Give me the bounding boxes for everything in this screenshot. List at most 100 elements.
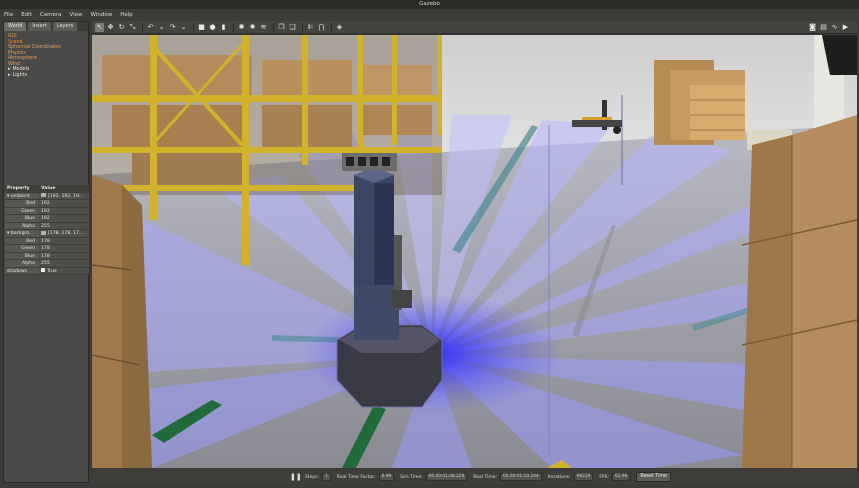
video-record-icon[interactable]: ▶ — [841, 23, 850, 32]
property-row[interactable]: Blue 192 — [5, 215, 89, 223]
directional-light-icon[interactable]: ≋ — [259, 23, 268, 32]
redo-icon[interactable]: ↷ — [168, 23, 177, 32]
scene-render — [92, 35, 857, 468]
color-swatch-icon — [41, 193, 46, 197]
log-icon[interactable]: ▤ — [819, 23, 828, 32]
menu-window[interactable]: Window — [91, 12, 113, 18]
sim-time-label: Sim Time: — [400, 474, 423, 480]
property-key-text: Alpha — [21, 261, 35, 266]
plot-icon[interactable]: ∿ — [830, 23, 839, 32]
property-value[interactable]: 178 — [39, 237, 89, 244]
paste-icon[interactable]: ❏ — [288, 23, 297, 32]
property-key: Alpha — [5, 222, 39, 229]
property-value[interactable]: 192 — [39, 207, 89, 214]
property-row[interactable]: shadows True — [5, 267, 89, 275]
property-row[interactable]: Red 192 — [5, 200, 89, 208]
undo-dropdown-icon[interactable]: ⌄ — [157, 23, 166, 32]
sphere-shape-icon[interactable]: ● — [208, 23, 217, 32]
toolbar-separator — [142, 22, 143, 32]
snap-icon[interactable]: ⋂ — [317, 23, 326, 32]
spot-light-icon[interactable]: ✹ — [248, 23, 257, 32]
property-row[interactable]: ▾ ambient [192, 192, 19... — [5, 192, 89, 200]
property-rows: ▾ ambient [192, 192, 19... Red 192 Green 192 B… — [5, 192, 89, 275]
property-value-text: [192, 192, 19... — [48, 193, 84, 199]
steps-value[interactable]: 1 — [322, 473, 331, 481]
box-shape-icon[interactable]: ■ — [197, 23, 206, 32]
real-time-label: Real Time: — [473, 474, 497, 480]
property-key: Red — [5, 237, 39, 244]
property-key-text: backgro... — [10, 231, 34, 236]
property-value[interactable]: True — [39, 267, 89, 274]
property-key: Green — [5, 207, 39, 214]
property-key-text: Red — [26, 238, 35, 244]
menu-bar: File Edit Camera View Window Help — [0, 9, 859, 20]
property-key: Red — [5, 200, 39, 207]
property-key: Alpha — [5, 260, 39, 267]
color-swatch-icon — [41, 230, 46, 235]
property-value[interactable]: 192 — [39, 200, 89, 207]
property-value[interactable]: [192, 192, 19... — [39, 192, 89, 199]
property-key-text: Green — [21, 208, 35, 214]
view-angle-icon[interactable]: ◈ — [335, 23, 344, 32]
redo-dropdown-icon[interactable]: ⌄ — [179, 23, 188, 32]
property-key-text: Blue — [24, 253, 35, 259]
menu-edit[interactable]: Edit — [21, 12, 32, 18]
rotate-icon[interactable]: ↻ — [117, 23, 126, 32]
property-row[interactable]: Green 178 — [5, 245, 89, 253]
checkbox-icon[interactable] — [41, 268, 45, 272]
property-value[interactable]: 178 — [39, 245, 89, 252]
scale-icon[interactable]: ⤡ — [128, 23, 137, 32]
property-value[interactable]: 255 — [39, 222, 89, 229]
toolbar-separator — [302, 22, 303, 32]
property-column-header: Property — [5, 185, 39, 192]
tab-insert[interactable]: Insert — [28, 22, 51, 31]
window-title: Gazebo — [419, 1, 440, 7]
translate-icon[interactable]: ✥ — [106, 23, 115, 32]
property-key-text: Red — [26, 201, 35, 206]
tree-item-lights[interactable]: Lights — [8, 73, 86, 79]
property-value[interactable]: 192 — [39, 215, 89, 222]
property-header: Property Value — [5, 185, 89, 193]
property-row[interactable]: Green 192 — [5, 207, 89, 215]
property-value-text: 255 — [41, 223, 50, 229]
property-row[interactable]: Alpha 255 — [5, 260, 89, 268]
cylinder-shape-icon[interactable]: ▮ — [219, 23, 228, 32]
property-value[interactable]: [178, 178, 17... — [39, 230, 89, 237]
property-key-text: Green — [21, 246, 35, 251]
toolbar-right: ◙ ▤ ∿ ▶ — [808, 23, 852, 32]
property-value-text: [178, 178, 17... — [48, 231, 84, 236]
property-key-text: ambient — [10, 193, 30, 199]
tab-world[interactable]: World — [4, 22, 27, 31]
property-value[interactable]: 255 — [39, 260, 89, 267]
status-bar: ❚❚ Steps: 1 Real Time Factor: 0.98 Sim T… — [92, 469, 857, 485]
reset-time-button[interactable]: Reset Time — [636, 472, 671, 482]
fps-label: FPS: — [599, 474, 610, 480]
value-column-header: Value — [39, 185, 89, 192]
menu-file[interactable]: File — [4, 12, 13, 18]
toolbar-separator — [331, 22, 332, 32]
menu-camera[interactable]: Camera — [40, 12, 62, 18]
pause-icon[interactable]: ❚❚ — [290, 473, 302, 482]
left-panel-tabs: World Insert Layers — [4, 22, 88, 31]
property-key: Green — [5, 245, 39, 252]
3d-viewport[interactable] — [92, 35, 857, 468]
select-icon[interactable]: ↖ — [95, 22, 104, 32]
iterations-label: Iterations: — [547, 474, 571, 480]
property-row[interactable]: ▾ backgro... [178, 178, 17... — [5, 230, 89, 238]
property-row[interactable]: Blue 178 — [5, 252, 89, 260]
menu-help[interactable]: Help — [120, 12, 133, 18]
menu-view[interactable]: View — [69, 12, 82, 18]
steps-label: Steps: — [304, 474, 320, 480]
property-value[interactable]: 178 — [39, 252, 89, 259]
toolbar-separator — [273, 22, 274, 32]
left-panel: World Insert Layers GUI Scene Spherical Co… — [3, 21, 89, 483]
screenshot-icon[interactable]: ◙ — [808, 23, 817, 32]
copy-icon[interactable]: ❐ — [277, 23, 286, 32]
undo-icon[interactable]: ↶ — [146, 23, 155, 32]
property-row[interactable]: Alpha 255 — [5, 222, 89, 230]
point-light-icon[interactable]: ✺ — [237, 23, 246, 32]
tab-layers[interactable]: Layers — [52, 22, 78, 31]
property-row[interactable]: Red 178 — [5, 237, 89, 245]
title-bar: Gazebo — [0, 0, 859, 9]
align-icon[interactable]: ⊫ — [306, 23, 315, 32]
